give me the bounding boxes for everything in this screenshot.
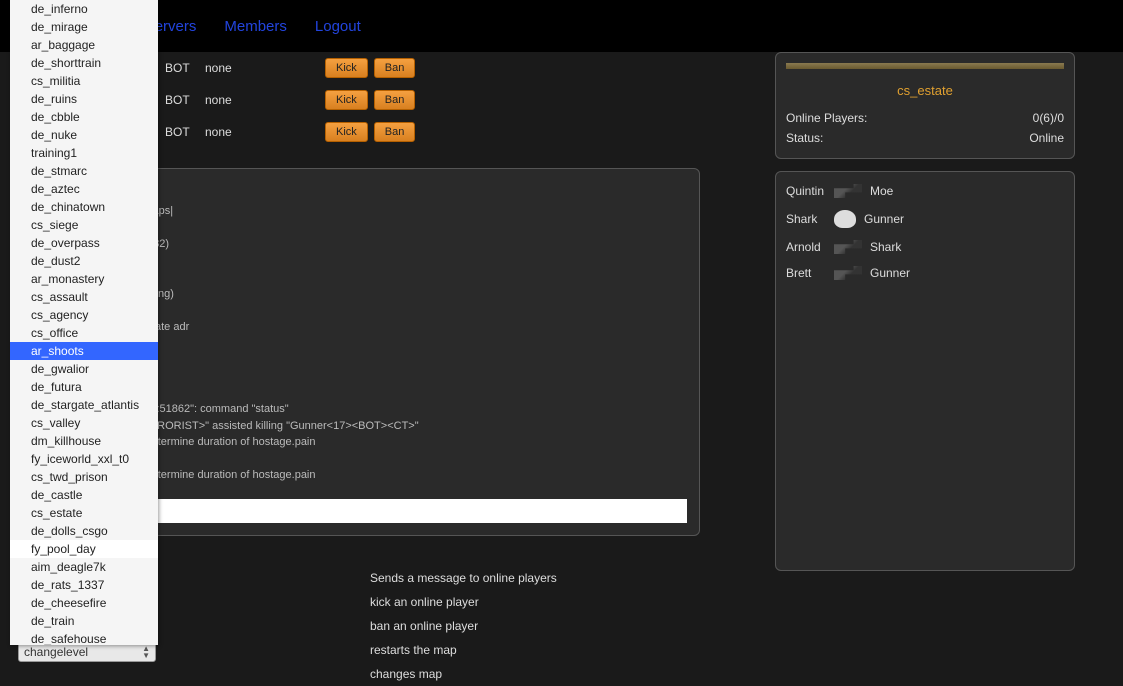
nav-members[interactable]: Members [224,18,287,35]
server-info-card: cs_estate Online Players: 0(6)/0 Status: On… [775,52,1075,159]
map-option[interactable]: de_inferno [10,0,158,18]
kill-row: Quintin Moe [786,184,1064,198]
map-option[interactable]: de_stargate_atlantis [10,396,158,414]
kill-feed-panel: Quintin Moe Shark Gunner Arnold Shark Brett Gun… [775,171,1075,571]
select-arrows-icon: ▲▼ [142,645,150,659]
map-option[interactable]: de_ruins [10,90,158,108]
command-desc: changes map [370,667,442,681]
ban-button[interactable]: Ban [374,90,416,110]
player-ping: none [205,125,305,139]
map-option[interactable]: cs_agency [10,306,158,324]
kick-button[interactable]: Kick [325,90,368,110]
map-option[interactable]: cs_estate [10,504,158,522]
map-option[interactable]: de_futura [10,378,158,396]
map-option[interactable]: de_nuke [10,126,158,144]
map-option[interactable]: cs_valley [10,414,158,432]
command-desc: restarts the map [370,643,457,657]
kick-button[interactable]: Kick [325,58,368,78]
killer-name: Quintin [786,184,826,198]
map-option[interactable]: dm_killhouse [10,432,158,450]
map-option[interactable]: de_aztec [10,180,158,198]
kill-row: Arnold Shark [786,240,1064,254]
changelevel-label: changelevel [24,645,88,659]
weapon-icon [834,240,862,254]
map-option[interactable]: de_dust2 [10,252,158,270]
kill-row: Brett Gunner [786,266,1064,280]
stat-label: Status: [786,131,823,145]
map-option[interactable]: cs_militia [10,72,158,90]
map-option[interactable]: fy_pool_day [10,540,158,558]
map-option[interactable]: de_train [10,612,158,630]
map-option[interactable]: de_mirage [10,18,158,36]
map-option[interactable]: ar_shoots [10,342,158,360]
map-option[interactable]: ar_monastery [10,270,158,288]
killer-name: Arnold [786,240,826,254]
map-option[interactable]: de_shorttrain [10,54,158,72]
map-dropdown[interactable]: de_infernode_miragear_baggagede_shorttra… [10,0,158,645]
map-option[interactable]: cs_siege [10,216,158,234]
server-stat-row: Online Players: 0(6)/0 [786,108,1064,128]
map-option[interactable]: de_cheesefire [10,594,158,612]
stat-label: Online Players: [786,111,867,125]
map-option[interactable]: de_castle [10,486,158,504]
killer-name: Brett [786,266,826,280]
map-option[interactable]: training1 [10,144,158,162]
map-option[interactable]: ar_baggage [10,36,158,54]
map-option[interactable]: cs_assault [10,288,158,306]
map-option[interactable]: fy_iceworld_xxl_t0 [10,450,158,468]
ban-button[interactable]: Ban [374,122,416,142]
victim-name: Shark [870,240,901,254]
ban-button[interactable]: Ban [374,58,416,78]
map-option[interactable]: de_rats_1337 [10,576,158,594]
top-nav: eb Servers Members Logout [0,0,1123,52]
command-desc: Sends a message to online players [370,571,557,585]
command-desc: ban an online player [370,619,478,633]
changelevel-select[interactable]: changelevel ▲▼ [18,642,156,662]
weapon-icon [834,210,856,228]
weapon-icon [834,184,862,198]
map-option[interactable]: de_overpass [10,234,158,252]
server-stat-row: Status: Online [786,128,1064,148]
victim-name: Moe [870,184,893,198]
server-map-name: cs_estate [786,83,1064,98]
victim-name: Gunner [864,212,904,226]
map-option[interactable]: aim_deagle7k [10,558,158,576]
map-option[interactable]: de_chinatown [10,198,158,216]
map-option[interactable]: de_safehouse [10,630,158,645]
victim-name: Gunner [870,266,910,280]
stat-value: 0(6)/0 [1033,111,1064,125]
map-option[interactable]: de_dolls_csgo [10,522,158,540]
map-option[interactable]: de_stmarc [10,162,158,180]
killer-name: Shark [786,212,826,226]
map-option[interactable]: de_gwalior [10,360,158,378]
kick-button[interactable]: Kick [325,122,368,142]
nav-logout[interactable]: Logout [315,18,361,35]
player-ping: none [205,93,305,107]
stat-value: Online [1029,131,1064,145]
player-ping: none [205,61,305,75]
kill-row: Shark Gunner [786,210,1064,228]
command-desc: kick an online player [370,595,479,609]
map-thumbnail [786,63,1064,69]
weapon-icon [834,266,862,280]
map-option[interactable]: cs_office [10,324,158,342]
map-option[interactable]: cs_twd_prison [10,468,158,486]
map-option[interactable]: de_cbble [10,108,158,126]
command-row: changes map [35,662,700,686]
